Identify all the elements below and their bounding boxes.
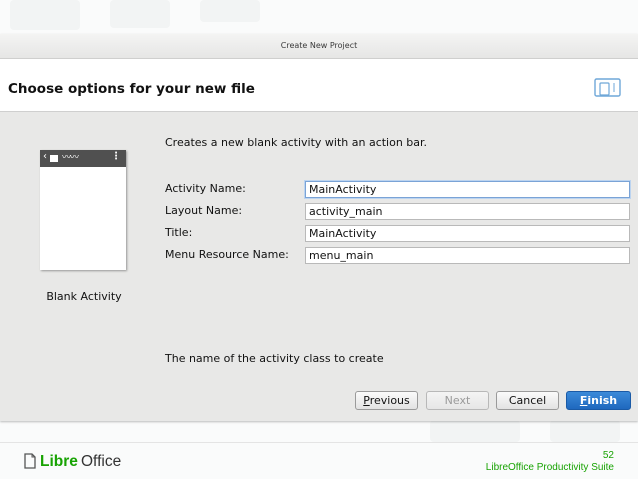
dialog-header: Choose options for your new file — [0, 59, 638, 112]
document-logo-icon — [24, 453, 36, 469]
menu-resource-name-label: Menu Resource Name: — [165, 248, 289, 261]
watermark-shape — [110, 0, 170, 28]
previous-button[interactable]: Previous — [355, 391, 418, 410]
watermark-shape — [430, 420, 520, 442]
field-hint: The name of the activity class to create — [165, 352, 384, 365]
watermark-shape — [200, 0, 260, 22]
title-input[interactable]: MainActivity — [305, 225, 630, 242]
layout-name-input[interactable]: activity_main — [305, 203, 630, 220]
app-icon — [50, 155, 58, 162]
logo-libre: Libre — [40, 453, 78, 470]
suite-name: LibreOffice Productivity Suite — [485, 462, 614, 473]
finish-label: inish — [587, 394, 618, 407]
finish-button[interactable]: Finish — [566, 391, 631, 410]
logo-office: Office — [81, 453, 122, 470]
title-squiggle-icon: 〰〰 — [62, 153, 79, 163]
preview-action-bar: ‹ 〰〰 ⋮ — [40, 150, 126, 167]
overflow-menu-icon: ⋮ — [111, 151, 121, 162]
create-project-dialog: Create New Project Choose options for yo… — [0, 34, 638, 421]
tablet-phone-icon — [594, 78, 621, 97]
activity-name-label: Activity Name: — [165, 182, 246, 195]
title-label: Title: — [165, 226, 193, 239]
page-number: 52 — [602, 450, 614, 461]
page-title: Choose options for your new file — [8, 81, 255, 97]
cancel-button[interactable]: Cancel — [496, 391, 559, 410]
watermark-shape — [10, 0, 80, 30]
back-arrow-icon: ‹ — [43, 151, 47, 162]
footer-divider — [0, 442, 638, 443]
dialog-titlebar[interactable]: Create New Project — [0, 34, 638, 59]
watermark-shape — [550, 420, 620, 442]
previous-label: revious — [369, 394, 410, 407]
menu-resource-name-input[interactable]: menu_main — [305, 247, 630, 264]
activity-preview[interactable]: ‹ 〰〰 ⋮ — [40, 150, 126, 270]
template-name: Blank Activity — [46, 290, 122, 303]
dialog-title: Create New Project — [280, 41, 358, 50]
activity-name-input[interactable]: MainActivity — [305, 181, 630, 198]
layout-name-label: Layout Name: — [165, 204, 243, 217]
next-button[interactable]: Next — [426, 391, 489, 410]
template-description: Creates a new blank activity with an act… — [165, 136, 428, 149]
